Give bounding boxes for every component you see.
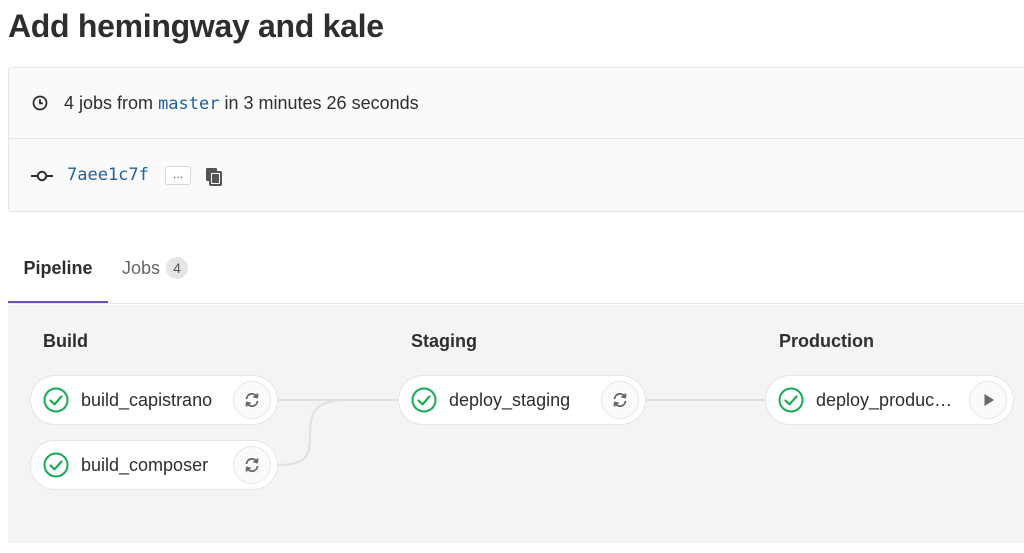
play-icon [984, 394, 994, 406]
expand-commit-message-button[interactable]: ... [165, 166, 191, 185]
jobs-count-text: 4 jobs from [64, 93, 154, 113]
job-deploy-production[interactable]: deploy_produc… [765, 375, 1014, 425]
tab-jobs-label: Jobs [122, 258, 161, 278]
tab-pipeline[interactable]: Pipeline [8, 240, 108, 303]
retry-button[interactable] [601, 381, 639, 419]
retry-button[interactable] [233, 381, 271, 419]
pipeline-graph: Build build_capistrano build_composer St… [8, 305, 1024, 543]
job-build-capistrano[interactable]: build_capistrano [30, 375, 278, 425]
play-button[interactable] [969, 381, 1007, 419]
pipeline-tabs: Pipeline Jobs 4 [8, 240, 1024, 304]
commit-icon [31, 170, 53, 182]
copy-icon[interactable] [204, 167, 224, 187]
pipeline-info-box: 4 jobs from master in 3 minutes 26 secon… [8, 67, 1024, 212]
jobs-count-badge: 4 [166, 257, 189, 279]
job-name: deploy_produc… [816, 390, 953, 410]
clock-icon [32, 95, 48, 111]
retry-icon [245, 392, 259, 408]
success-icon [43, 452, 69, 478]
stage-title-production: Production [779, 331, 874, 351]
duration-text: in 3 minutes 26 seconds [224, 93, 419, 113]
retry-icon [613, 392, 627, 408]
success-icon [43, 387, 69, 413]
tab-jobs[interactable]: Jobs 4 [122, 240, 189, 303]
commit-sha-link[interactable]: 7aee1c7f [67, 165, 149, 185]
success-icon [411, 387, 437, 413]
branch-link[interactable]: master [158, 94, 219, 114]
stage-title-build: Build [43, 331, 88, 351]
stage-title-staging: Staging [411, 331, 477, 351]
job-name: build_capistrano [81, 390, 213, 410]
retry-button[interactable] [233, 446, 271, 484]
page-title: Add hemingway and kale [8, 8, 384, 44]
job-deploy-staging[interactable]: deploy_staging [398, 375, 646, 425]
pipeline-summary: 4 jobs from master in 3 minutes 26 secon… [64, 93, 419, 114]
job-name: deploy_staging [449, 390, 571, 410]
retry-icon [245, 457, 259, 473]
job-build-composer[interactable]: build_composer [30, 440, 278, 490]
job-name: build_composer [81, 455, 209, 475]
success-icon [778, 387, 804, 413]
